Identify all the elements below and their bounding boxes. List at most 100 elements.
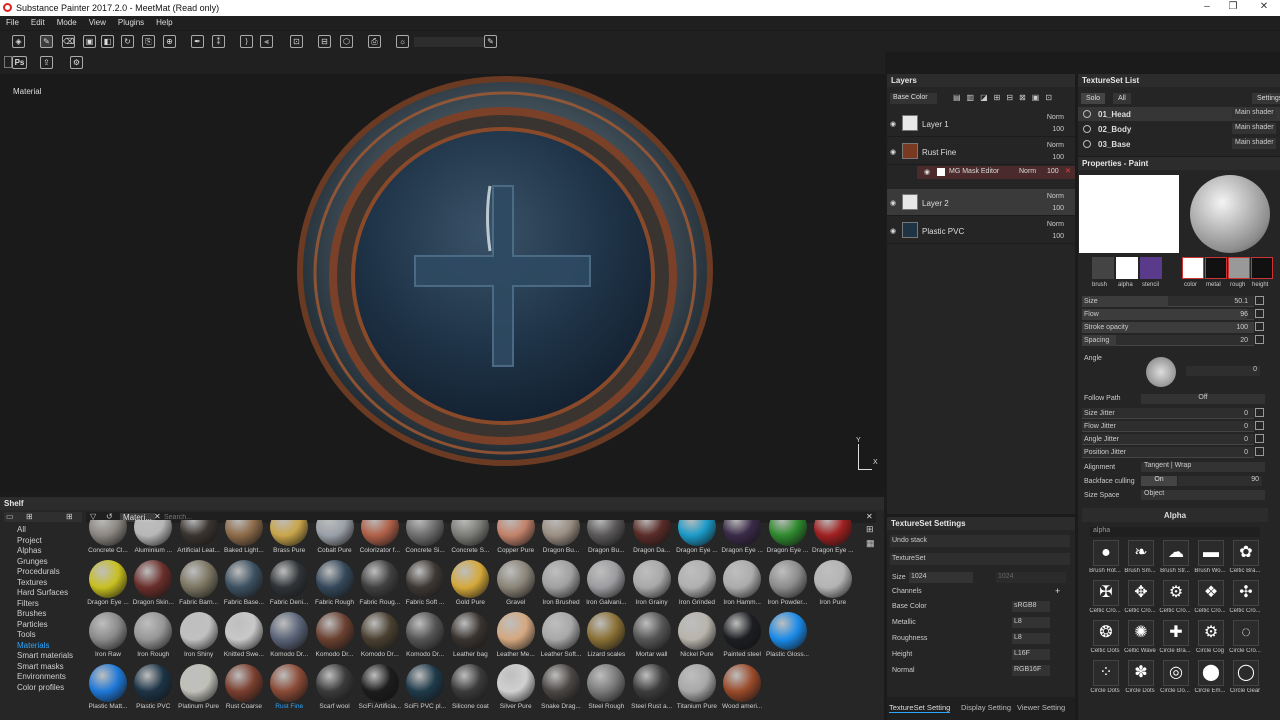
mask-delete-icon[interactable]: ✕ [1065, 167, 1071, 175]
blend-mode[interactable]: Norm [1047, 142, 1064, 149]
backface-angle-slider[interactable]: 90 [1178, 476, 1262, 486]
shelf-material-tile[interactable]: Plastic Matt... [85, 660, 131, 712]
alpha-search-input[interactable]: alpha [1090, 527, 1260, 537]
textureset-settings-button[interactable]: Settings [1252, 93, 1280, 104]
alpha-tile[interactable]: ✺ Celtic Wave [1123, 620, 1157, 660]
shelf-material-tile[interactable]: Silver Pure [493, 660, 539, 712]
shelf-material-tile[interactable]: Komodo Dr... [312, 608, 358, 660]
channel-format-dropdown[interactable]: L8 [1012, 617, 1050, 628]
angle-jitter-slider[interactable]: Angle Jitter 0 [1082, 434, 1266, 446]
shelf-material-tile[interactable]: Nickel Pure [674, 608, 720, 660]
height-channel-icon[interactable] [1251, 257, 1273, 279]
tab-textureset-settings[interactable]: TextureSet Setting [889, 703, 951, 713]
shelf-category-environments[interactable]: Environments [6, 672, 81, 683]
shelf-material-tile[interactable]: Leather Me... [493, 608, 539, 660]
viewport-mode-icon[interactable]: ⊡ [290, 35, 303, 48]
shelf-material-tile[interactable]: Dragon Da... [629, 520, 675, 556]
shelf-material-tile[interactable]: Dragon Bu... [583, 520, 629, 556]
angle-input[interactable]: 0 [1186, 366, 1260, 376]
shelf-material-tile[interactable]: Iron Pure [810, 556, 856, 608]
shelf-category-color-profiles[interactable]: Color profiles [6, 683, 81, 694]
clone-source-icon[interactable]: ⊕ [163, 35, 176, 48]
shelf-material-tile[interactable]: Leather Soft... [538, 608, 584, 660]
export-icon[interactable]: ⇪ [40, 56, 53, 69]
channel-row[interactable]: Normal RGB16F [890, 664, 1070, 678]
channel-format-dropdown[interactable]: L8 [1012, 633, 1050, 644]
textureset-radio[interactable] [1083, 110, 1091, 118]
display-icon[interactable]: ⊟ [318, 35, 331, 48]
shelf-material-tile[interactable]: SciFi Artificia... [357, 660, 403, 712]
shelf-material-tile[interactable]: Iron Brushed [538, 556, 584, 608]
add-channel-icon[interactable]: + [1055, 586, 1060, 596]
eraser-icon[interactable]: ⌫ [62, 35, 75, 48]
shader-dropdown[interactable]: Main shader [1232, 138, 1276, 149]
viewport-slider[interactable] [414, 37, 484, 47]
channel-format-dropdown[interactable]: RGB16F [1012, 665, 1050, 676]
mask-row[interactable]: ◉ MG Mask Editor Norm 100 ✕ [917, 166, 1075, 179]
textureset-row[interactable]: 03_Base Main shader [1078, 137, 1280, 151]
grid-view-icon[interactable]: ⊞ [866, 524, 874, 535]
shelf-material-tile[interactable]: Dragon Eye ... [765, 520, 811, 556]
settings-small-icon[interactable]: ✎ [484, 35, 497, 48]
alpha-tile[interactable]: ⚙ Circle Cog [1193, 620, 1227, 660]
color-channel-icon[interactable] [1182, 257, 1204, 279]
alpha-tile[interactable]: ❖ Celtic Cro... [1193, 580, 1227, 620]
alpha-tile[interactable]: ⬤ Circle Em... [1193, 660, 1227, 700]
alpha-tile[interactable]: ⁘ Circle Dots [1088, 660, 1122, 700]
viewport-3d[interactable]: Material Y X [0, 74, 885, 492]
shelf-material-tile[interactable]: Iron Hamm... [719, 556, 765, 608]
shelf-material-tile[interactable]: Platinum Pure [176, 660, 222, 712]
shelf-material-tile[interactable]: Gold Pure [447, 556, 493, 608]
follow-path-toggle[interactable]: Off [1141, 394, 1265, 404]
backface-toggle[interactable]: On [1141, 476, 1177, 486]
blend-mode[interactable]: Norm [1047, 114, 1064, 121]
stencil-slot-icon[interactable] [1140, 257, 1162, 279]
alpha-tile[interactable]: ❧ Brush Sm... [1123, 540, 1157, 580]
tab-viewer-settings[interactable]: Viewer Setting [1017, 703, 1073, 712]
solo-button[interactable]: Solo [1081, 93, 1106, 104]
search-clear-icon[interactable]: ✕ [866, 512, 873, 521]
shelf-material-tile[interactable]: SciFi PVC pl... [402, 660, 448, 712]
shelf-material-tile[interactable]: Artificial Leat... [176, 520, 222, 556]
channel-format-dropdown[interactable]: sRGB8 [1012, 601, 1050, 612]
size-slider[interactable]: Size 50.1 [1082, 296, 1266, 308]
shelf-material-tile[interactable]: Dragon Eye ... [674, 520, 720, 556]
shelf-material-tile[interactable]: Iron Powder... [765, 556, 811, 608]
shelf-material-tile[interactable]: Mortar wall [629, 608, 675, 660]
menu-mode[interactable]: Mode [51, 16, 83, 27]
shelf-material-tile[interactable]: Plastic PVC [130, 660, 176, 712]
clone-icon[interactable]: ⎘ [142, 35, 155, 48]
channel-dropdown[interactable]: Base Color [890, 93, 937, 104]
channel-row[interactable]: Roughness L8 [890, 632, 1070, 646]
menu-plugins[interactable]: Plugins [112, 16, 150, 27]
shelf-material-tile[interactable]: Fabric Barn... [176, 556, 222, 608]
alpha-slot-icon[interactable] [1116, 257, 1138, 279]
layer-opacity[interactable]: 100 [1052, 154, 1064, 161]
alpha-tile[interactable]: ✥ Celtic Cro... [1123, 580, 1157, 620]
shelf-category-hard-surfaces[interactable]: Hard Surfaces [6, 588, 81, 599]
symmetry-icon[interactable]: ⁑ [212, 35, 225, 48]
paint-brush-icon[interactable]: ✎ [40, 35, 53, 48]
undo-stack-button[interactable]: Undo stack [890, 535, 1070, 547]
visibility-eye-icon[interactable]: ◉ [890, 227, 896, 235]
shelf-category-alphas[interactable]: Alphas [6, 546, 81, 557]
shelf-material-tile[interactable]: Aluminium ... [130, 520, 176, 556]
symmetry-y-icon[interactable]: ⫷ [260, 35, 273, 48]
shelf-material-tile[interactable]: Painted steel [719, 608, 765, 660]
screenshot-icon[interactable]: ⎙ [368, 35, 381, 48]
shelf-material-tile[interactable]: Plastic Gloss... [765, 608, 811, 660]
bake-icon[interactable]: ⚙ [70, 56, 83, 69]
angle-dial[interactable] [1146, 357, 1176, 387]
shelf-material-tile[interactable]: Rust Coarse [221, 660, 267, 712]
blend-mode[interactable]: Norm [1047, 193, 1064, 200]
shelf-material-tile[interactable]: Fabric Base... [221, 556, 267, 608]
camera-icon[interactable]: ◈ [12, 35, 25, 48]
shelf-category-smart-masks[interactable]: Smart masks [6, 662, 81, 673]
all-button[interactable]: All [1113, 93, 1131, 104]
shelf-material-tile[interactable]: Fabric Roug... [357, 556, 403, 608]
mask-opacity[interactable]: 100 [1047, 168, 1059, 175]
layer-row[interactable]: ◉ Rust Fine Norm 100 [887, 138, 1075, 165]
smudge-icon[interactable]: ↻ [121, 35, 134, 48]
tab-display-settings[interactable]: Display Setting [961, 703, 1011, 712]
shelf-category-brushes[interactable]: Brushes [6, 609, 81, 620]
